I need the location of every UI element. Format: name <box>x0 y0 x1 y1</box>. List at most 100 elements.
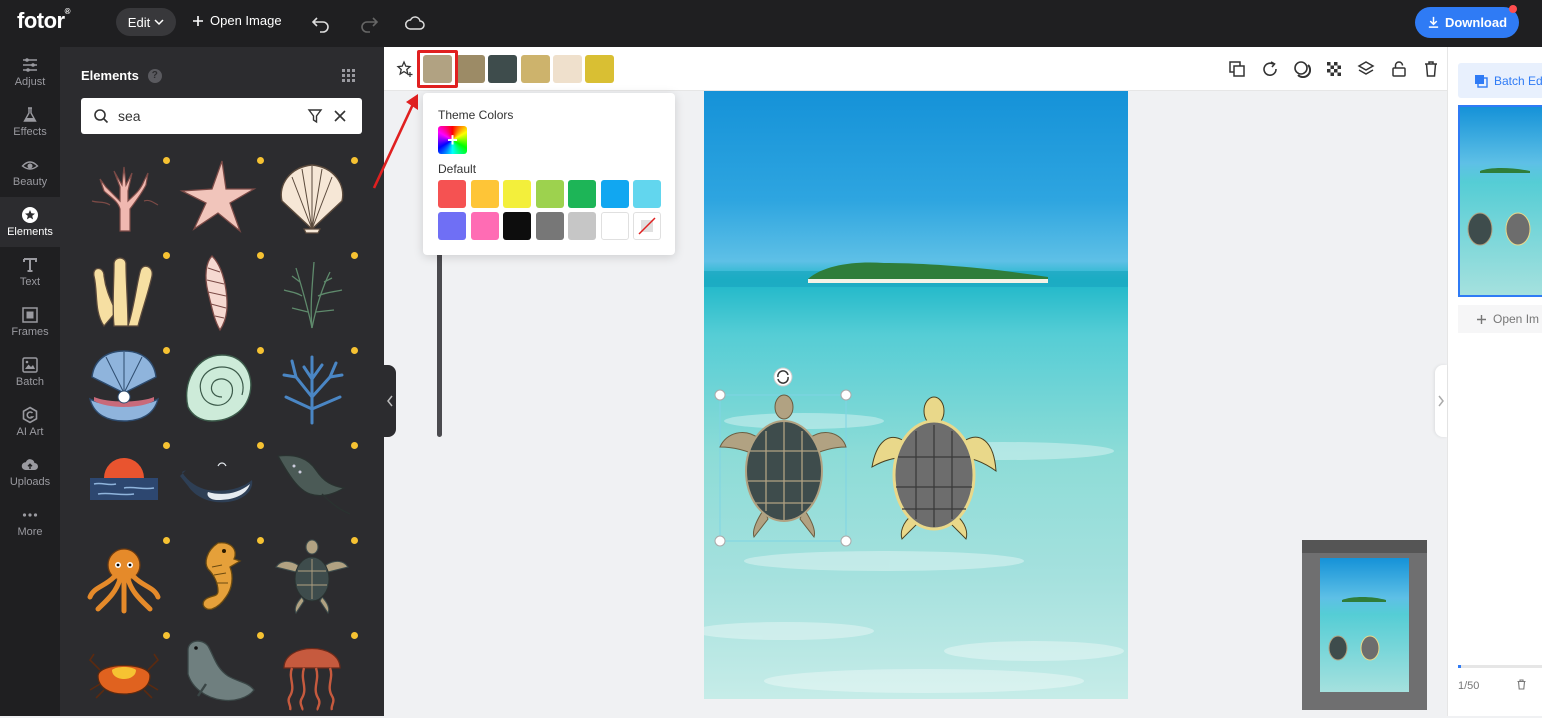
panel-title: Elements ? <box>81 68 162 83</box>
color-swatch-3[interactable] <box>488 55 517 83</box>
element-stingray[interactable] <box>272 442 358 528</box>
color-swatch-5[interactable] <box>553 55 582 83</box>
crab-icon <box>88 653 160 699</box>
top-bar: fotor® Edit Open Image Download <box>0 0 1542 47</box>
element-seal[interactable] <box>178 632 264 718</box>
element-crab[interactable] <box>84 632 170 718</box>
default-color-swatch[interactable] <box>600 212 629 240</box>
collapse-panel-toggle[interactable] <box>384 365 396 437</box>
undo-icon[interactable] <box>310 12 332 34</box>
element-sunset-sea[interactable] <box>84 442 170 528</box>
shadow-icon[interactable] <box>1293 60 1311 78</box>
expand-right-panel-toggle[interactable] <box>1435 365 1447 437</box>
search-input[interactable] <box>118 107 288 125</box>
default-color-swatch[interactable] <box>568 212 596 240</box>
help-icon[interactable]: ? <box>147 68 162 83</box>
logo-text: fotor <box>17 8 65 33</box>
nav-ai-art[interactable]: AI Art <box>0 397 60 447</box>
open-image-button[interactable]: Open Image <box>192 13 282 28</box>
beach-photo <box>704 262 1128 693</box>
nav-text[interactable]: Text <box>0 247 60 297</box>
nav-frames[interactable]: Frames <box>0 297 60 347</box>
minimap-preview <box>1320 558 1409 692</box>
element-scallop-shell[interactable] <box>272 157 358 243</box>
open-image-side-button[interactable]: Open Im <box>1458 305 1542 333</box>
premium-dot <box>351 537 358 544</box>
add-theme-color-button[interactable]: + <box>438 126 467 154</box>
batch-edit-button[interactable]: Batch Edit <box>1458 63 1542 98</box>
open-image-side-label: Open Im <box>1493 312 1540 326</box>
premium-dot <box>257 537 264 544</box>
scallop-shell-icon <box>280 164 344 234</box>
trash-icon[interactable] <box>1516 679 1527 690</box>
selected-swatch-highlight <box>417 50 458 88</box>
default-color-swatch[interactable] <box>438 180 466 208</box>
color-swatch-2[interactable] <box>456 55 485 83</box>
photo-canvas[interactable] <box>704 91 1128 699</box>
star-circle-icon <box>22 207 38 223</box>
thumbnail-image <box>1467 168 1531 246</box>
default-color-swatch[interactable] <box>438 212 466 240</box>
nav-batch[interactable]: Batch <box>0 347 60 397</box>
default-color-swatch[interactable] <box>600 180 629 208</box>
lock-icon[interactable] <box>1390 60 1408 78</box>
nav-adjust[interactable]: Adjust <box>0 47 60 97</box>
side-nav: Adjust Effects Beauty Elements Text Fram… <box>0 47 60 716</box>
filter-icon[interactable] <box>307 108 323 124</box>
rotate-icon[interactable] <box>1261 60 1279 78</box>
default-color-swatch[interactable] <box>633 180 661 208</box>
transparency-icon[interactable] <box>1325 60 1343 78</box>
batch-icon <box>1475 74 1488 88</box>
default-color-swatch[interactable] <box>503 212 531 240</box>
download-button[interactable]: Download <box>1415 7 1519 38</box>
image-thumbnail[interactable] <box>1458 105 1542 297</box>
default-color-swatch[interactable] <box>470 180 499 208</box>
duplicate-icon[interactable] <box>1228 60 1246 78</box>
nav-uploads[interactable]: Uploads <box>0 447 60 497</box>
default-color-swatch[interactable] <box>535 180 564 208</box>
star-plus-icon[interactable] <box>396 60 414 78</box>
nav-beauty[interactable]: Beauty <box>0 147 60 197</box>
element-coral[interactable] <box>84 157 170 243</box>
element-jellyfish[interactable] <box>272 632 358 718</box>
cloud-icon[interactable] <box>404 12 426 34</box>
premium-dot <box>163 537 170 544</box>
element-blue-coral[interactable] <box>272 347 358 433</box>
element-pearl-clam[interactable] <box>84 347 170 433</box>
nav-elements[interactable]: Elements <box>0 197 60 247</box>
color-swatch-6[interactable] <box>585 55 614 83</box>
element-nautilus-shell[interactable] <box>178 347 264 433</box>
default-color-swatch[interactable] <box>503 180 531 208</box>
no-color-swatch[interactable] <box>633 212 661 240</box>
element-seahorse[interactable] <box>178 537 264 623</box>
layers-icon[interactable] <box>1357 60 1375 78</box>
nav-label: Beauty <box>12 176 48 188</box>
sponge-coral-icon <box>93 257 153 328</box>
nav-effects[interactable]: Effects <box>0 97 60 147</box>
redo-icon[interactable] <box>358 12 380 34</box>
element-sea-turtle[interactable] <box>272 537 358 623</box>
fotor-logo[interactable]: fotor® <box>17 7 71 34</box>
element-sponge-coral[interactable] <box>84 252 170 338</box>
default-color-swatch[interactable] <box>470 212 499 240</box>
default-color-swatch[interactable] <box>568 180 596 208</box>
element-octopus[interactable] <box>84 537 170 623</box>
element-seaweed[interactable] <box>272 252 358 338</box>
close-icon[interactable] <box>332 108 348 124</box>
grid-view-icon[interactable] <box>342 69 355 82</box>
edit-label: Edit <box>127 14 151 30</box>
element-whale[interactable] <box>178 442 264 528</box>
sea-turtle-icon <box>275 539 349 615</box>
canvas-minimap[interactable] <box>1302 540 1427 710</box>
panel-title-text: Elements <box>81 68 139 83</box>
color-swatch-4[interactable] <box>521 55 550 83</box>
element-starfish[interactable] <box>178 157 264 243</box>
premium-dot <box>257 347 264 354</box>
trash-icon[interactable] <box>1422 60 1440 78</box>
nav-label: Elements <box>7 226 53 238</box>
edit-dropdown-button[interactable]: Edit <box>116 8 176 36</box>
nav-more[interactable]: More <box>0 497 60 547</box>
premium-dot <box>351 632 358 639</box>
element-spiral-shell[interactable] <box>178 252 264 338</box>
default-color-swatch[interactable] <box>535 212 564 240</box>
